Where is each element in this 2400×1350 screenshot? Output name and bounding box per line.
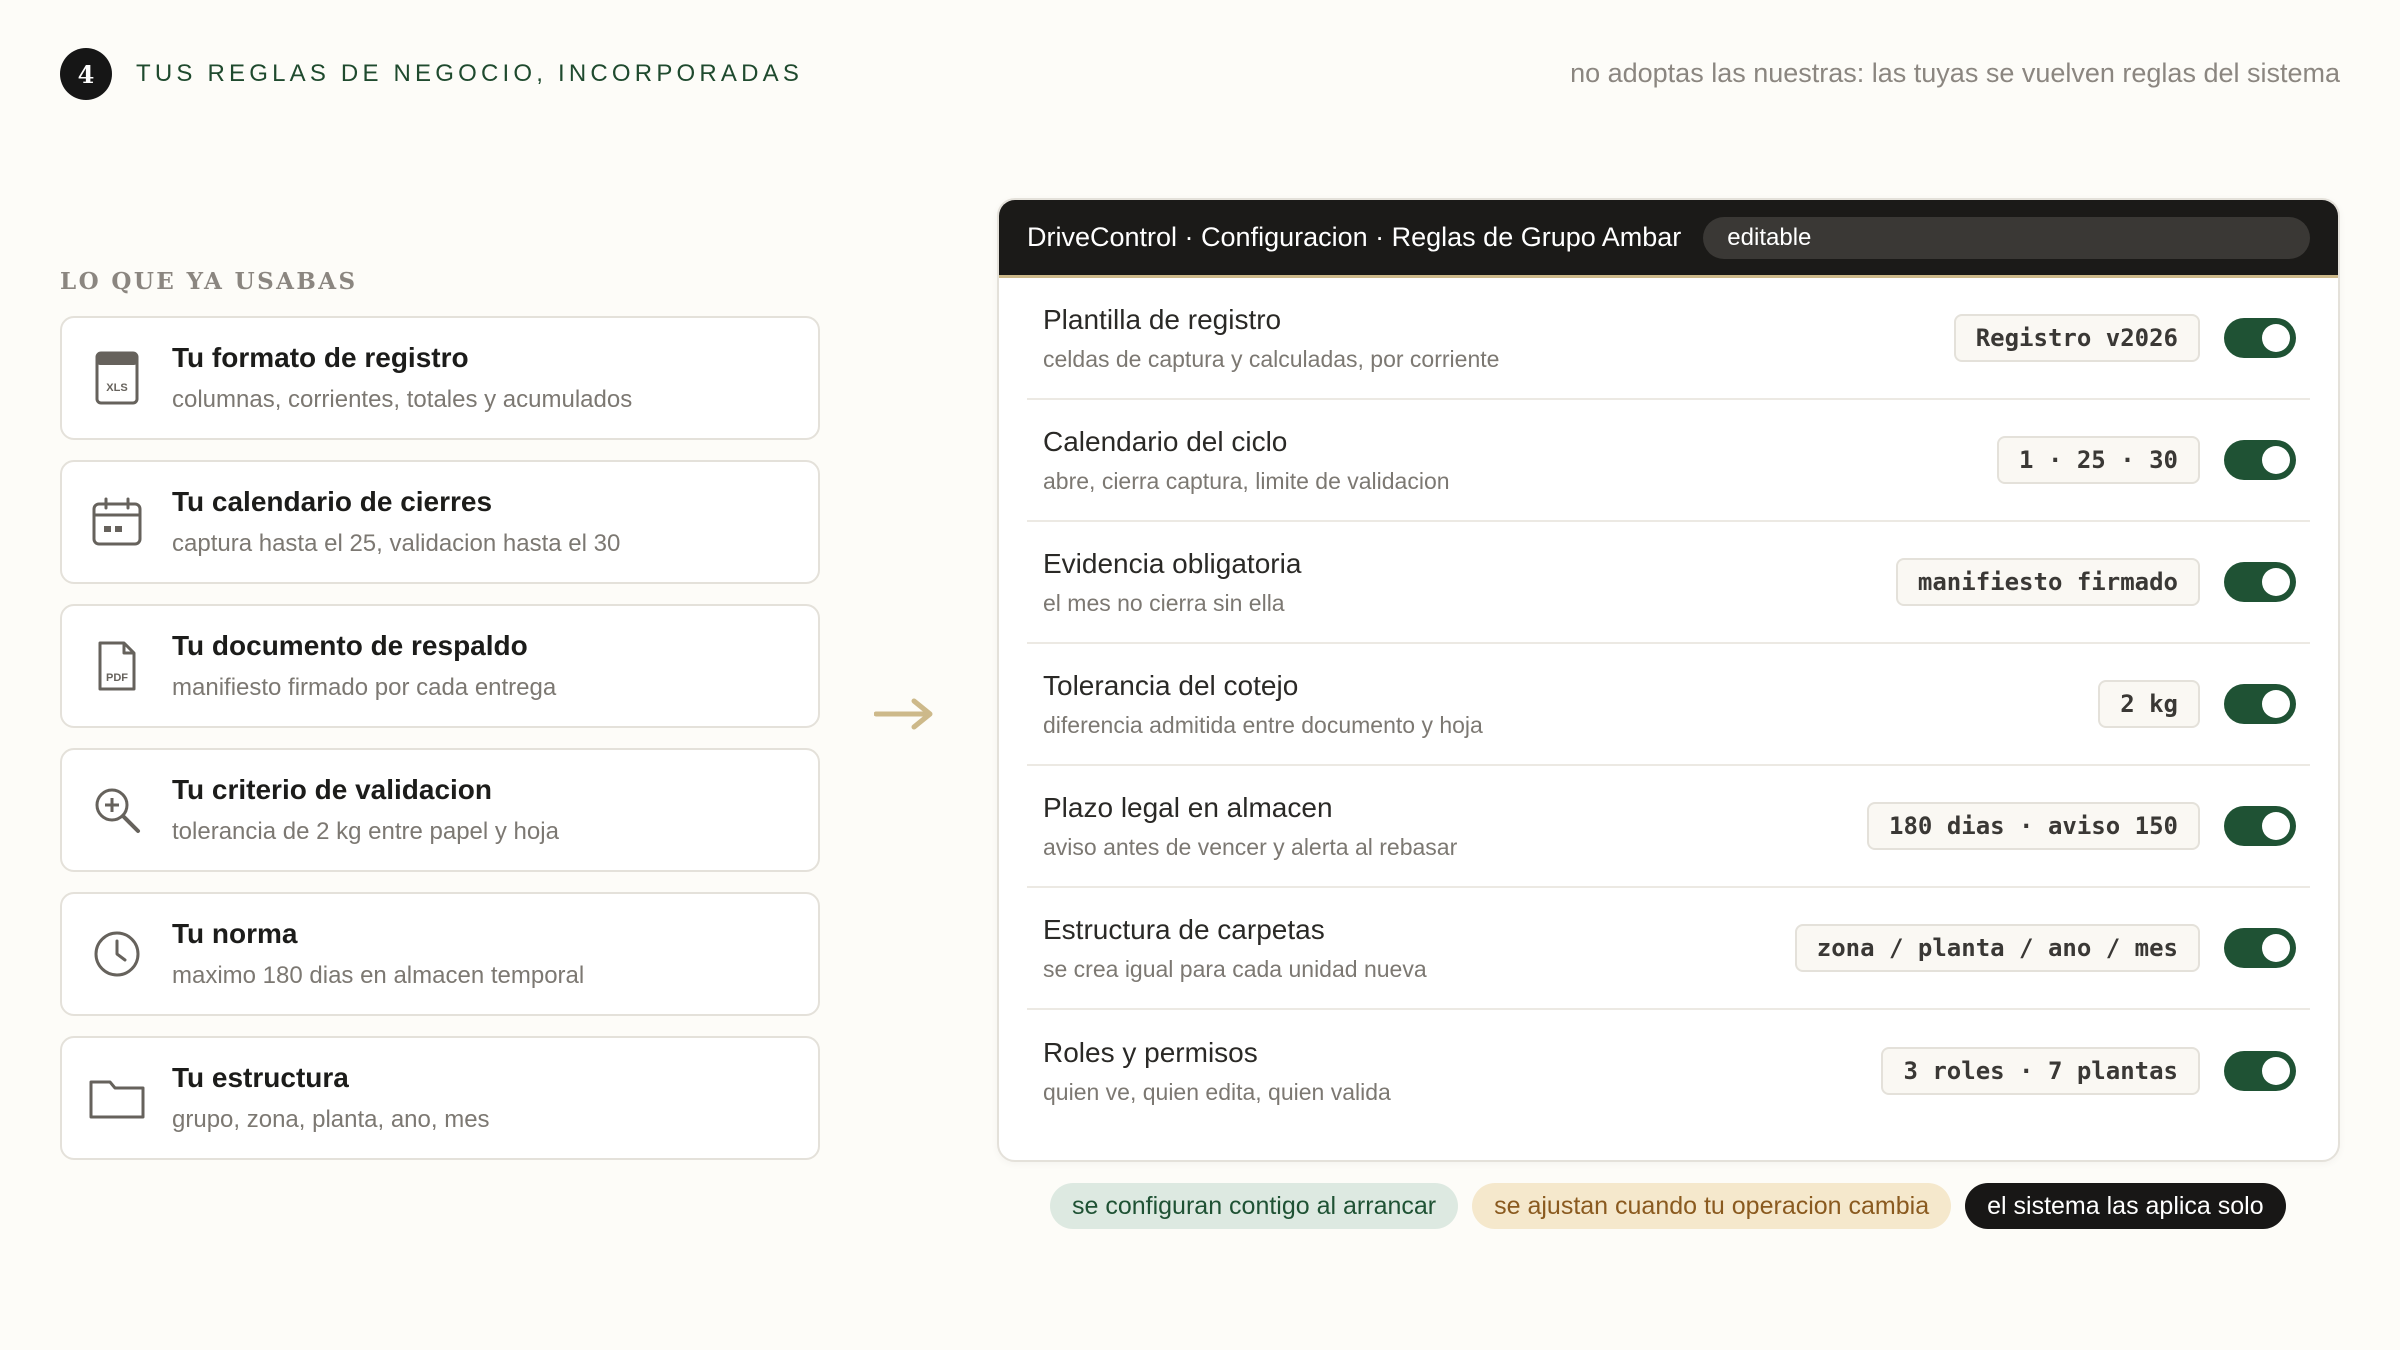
card-subtitle: grupo, zona, planta, ano, mes (172, 1106, 490, 1133)
svg-text:PDF: PDF (106, 672, 128, 684)
window-titlebar: DriveControl · Configuracion · Reglas de… (999, 200, 2338, 278)
calendar-icon (88, 493, 146, 551)
folder-icon (88, 1069, 146, 1127)
card-registro-format: XLS Tu formato de registro columnas, cor… (60, 316, 820, 440)
xls-file-icon: XLS (88, 349, 146, 407)
toggle-knob (2262, 1057, 2290, 1085)
step-number-badge: 4 (60, 48, 112, 100)
rule-value-field[interactable]: 3 roles · 7 plantas (1881, 1047, 2200, 1095)
rule-row: Evidencia obligatoria el mes no cierra s… (1027, 522, 2310, 644)
toggle-knob (2262, 812, 2290, 840)
rule-toggle[interactable] (2224, 562, 2296, 602)
rule-row: Plazo legal en almacen aviso antes de ve… (1027, 766, 2310, 888)
rule-row: Roles y permisos quien ve, quien edita, … (1027, 1010, 2310, 1132)
rule-value-field[interactable]: zona / planta / ano / mes (1794, 924, 2200, 972)
rule-title: Plantilla de registro (1043, 303, 1282, 335)
rule-subtitle: aviso antes de vencer y alerta al rebasa… (1043, 833, 1458, 860)
card-subtitle: columnas, corrientes, totales y acumulad… (172, 386, 633, 413)
section-title: TUS REGLAS DE NEGOCIO, INCORPORADAS (136, 60, 804, 87)
rule-title: Roles y permisos (1043, 1036, 1258, 1068)
toggle-knob (2262, 568, 2290, 596)
rule-row: Tolerancia del cotejo diferencia admitid… (1027, 644, 2310, 766)
editable-badge: editable (1703, 216, 2310, 259)
toggle-knob (2262, 324, 2290, 352)
window-title: DriveControl · Configuracion · Reglas de… (1027, 222, 1682, 252)
clock-icon (88, 925, 146, 983)
slide: 4 TUS REGLAS DE NEGOCIO, INCORPORADAS no… (0, 0, 2400, 1350)
card-title: Tu documento de respaldo (172, 630, 528, 661)
rule-toggle[interactable] (2224, 928, 2296, 968)
rule-row: Calendario del ciclo abre, cierra captur… (1027, 400, 2310, 522)
rule-value-field[interactable]: 2 kg (2098, 680, 2200, 728)
card-title: Tu norma (172, 918, 298, 949)
rule-value-field[interactable]: 1 · 25 · 30 (1997, 436, 2200, 484)
card-validation: Tu criterio de validacion tolerancia de … (60, 748, 820, 872)
legacy-items-list: XLS Tu formato de registro columnas, cor… (60, 316, 820, 1180)
rule-toggle[interactable] (2224, 684, 2296, 724)
rule-subtitle: quien ve, quien edita, quien valida (1043, 1078, 1391, 1105)
toggle-knob (2262, 690, 2290, 718)
pill-apply: el sistema las aplica solo (1965, 1183, 2286, 1229)
pill-configure: se configuran contigo al arrancar (1050, 1183, 1459, 1229)
pdf-file-icon: PDF (88, 637, 146, 695)
rule-row: Plantilla de registro celdas de captura … (1027, 278, 2310, 400)
rule-subtitle: el mes no cierra sin ella (1043, 589, 1285, 616)
card-subtitle: tolerancia de 2 kg entre papel y hoja (172, 818, 559, 845)
settings-window: DriveControl · Configuracion · Reglas de… (997, 198, 2340, 1162)
toggle-knob (2262, 446, 2290, 474)
card-calendar: Tu calendario de cierres captura hasta e… (60, 460, 820, 584)
rule-value-field[interactable]: Registro v2026 (1953, 314, 2200, 362)
pill-adjust: se ajustan cuando tu operacion cambia (1472, 1183, 1952, 1229)
toggle-knob (2262, 934, 2290, 962)
card-subtitle: maximo 180 dias en almacen temporal (172, 962, 585, 989)
rule-title: Calendario del ciclo (1043, 425, 1288, 457)
card-structure: Tu estructura grupo, zona, planta, ano, … (60, 1036, 820, 1160)
svg-text:XLS: XLS (106, 382, 127, 394)
rule-subtitle: celdas de captura y calculadas, por corr… (1043, 345, 1500, 372)
rule-title: Plazo legal en almacen (1043, 791, 1333, 823)
card-title: Tu calendario de cierres (172, 486, 493, 517)
arrow-right-icon (874, 698, 933, 730)
card-title: Tu criterio de validacion (172, 774, 493, 805)
card-backup-document: PDF Tu documento de respaldo manifiesto … (60, 604, 820, 728)
rule-subtitle: se crea igual para cada unidad nueva (1043, 955, 1427, 982)
rule-subtitle: abre, cierra captura, limite de validaci… (1043, 467, 1450, 494)
rule-title: Estructura de carpetas (1043, 913, 1325, 945)
rule-toggle[interactable] (2224, 440, 2296, 480)
left-column-label: LO QUE YA USABAS (60, 268, 358, 295)
rules-list: Plantilla de registro celdas de captura … (999, 278, 2338, 1132)
rule-toggle[interactable] (2224, 1051, 2296, 1091)
card-norm: Tu norma maximo 180 dias en almacen temp… (60, 892, 820, 1016)
rule-toggle[interactable] (2224, 318, 2296, 358)
rule-subtitle: diferencia admitida entre documento y ho… (1043, 711, 1483, 738)
rule-title: Evidencia obligatoria (1043, 547, 1302, 579)
rule-row: Estructura de carpetas se crea igual par… (1027, 888, 2310, 1010)
rule-value-field[interactable]: manifiesto firmado (1895, 558, 2200, 606)
rule-toggle[interactable] (2224, 806, 2296, 846)
rule-value-field[interactable]: 180 dias · aviso 150 (1867, 802, 2200, 850)
card-title: Tu formato de registro (172, 342, 469, 373)
card-subtitle: captura hasta el 25, validacion hasta el… (172, 530, 621, 557)
card-title: Tu estructura (172, 1062, 349, 1093)
summary-pills: se configuran contigo al arrancar se aju… (1050, 1183, 2286, 1229)
tagline: no adoptas las nuestras: las tuyas se vu… (1570, 58, 2340, 88)
rule-title: Tolerancia del cotejo (1043, 669, 1299, 701)
card-subtitle: manifiesto firmado por cada entrega (172, 674, 557, 701)
zoom-in-icon (88, 781, 146, 839)
